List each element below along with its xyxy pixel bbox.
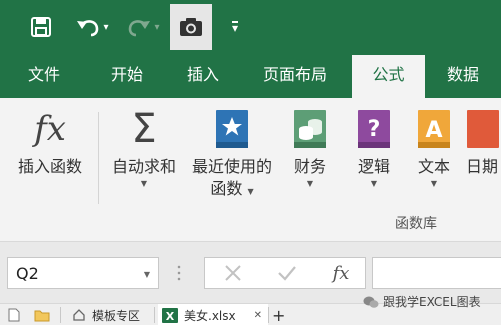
- tab-divider: [154, 307, 155, 323]
- camera-icon: [180, 18, 202, 36]
- datetime-button[interactable]: 日期: [466, 108, 501, 208]
- financial-label: 财务: [293, 157, 326, 176]
- text-label: 文本: [417, 157, 450, 176]
- datetime-label: 日期: [466, 157, 499, 176]
- recent-functions-button[interactable]: 最近使用的 函数 ▼: [184, 108, 280, 208]
- undo-button[interactable]: ▾: [70, 8, 114, 46]
- file-tab-templates[interactable]: 模板专区: [68, 304, 152, 325]
- customize-toolbar-button[interactable]: ▾: [224, 8, 246, 46]
- tab-page-layout[interactable]: 页面布局: [248, 55, 342, 98]
- file-tab-label: 模板专区: [92, 308, 141, 323]
- resize-grip-icon[interactable]: [177, 264, 181, 282]
- new-tab-button[interactable]: +: [272, 304, 290, 325]
- autosum-button[interactable]: Σ 自动求和 ▼: [104, 108, 184, 208]
- confirm-entry-button[interactable]: [267, 258, 307, 288]
- chevron-down-icon[interactable]: ▼: [144, 270, 150, 279]
- chevron-down-icon: ▼: [430, 179, 438, 188]
- save-button[interactable]: [26, 8, 56, 46]
- svg-text:?: ?: [368, 117, 381, 142]
- watermark: 跟我学EXCEL图表: [363, 293, 481, 310]
- ribbon-tabs: 文件 开始 插入 页面布局 公式 数据: [0, 55, 501, 98]
- folder-icon: [34, 310, 50, 321]
- autosum-label: 自动求和: [111, 157, 176, 176]
- page-icon: [8, 308, 20, 322]
- insert-function-label: 插入函数: [17, 157, 82, 176]
- watermark-text: 跟我学EXCEL图表: [383, 295, 481, 309]
- ribbon-separator: [98, 112, 99, 204]
- undo-dropdown-caret[interactable]: ▾: [103, 22, 108, 33]
- cancel-entry-button[interactable]: [213, 258, 253, 288]
- tab-formulas[interactable]: 公式: [352, 55, 425, 98]
- logical-button[interactable]: ? 逻辑 ▼: [350, 108, 398, 208]
- insert-function-fx-button[interactable]: fx: [321, 258, 361, 288]
- insert-function-button[interactable]: fx 插入函数: [6, 108, 94, 208]
- fx-icon: fx: [34, 109, 66, 149]
- camera-button[interactable]: [170, 4, 212, 50]
- check-icon: [278, 266, 296, 281]
- save-icon: [31, 17, 51, 37]
- text-button[interactable]: A 文本 ▼: [410, 108, 458, 208]
- file-tab-label: 美女.xlsx: [184, 308, 236, 323]
- function-library-group-label: 函数库: [395, 216, 437, 232]
- name-box-value: Q2: [16, 264, 39, 283]
- recent-functions-label-1: 最近使用的: [191, 157, 272, 176]
- redo-icon: [129, 20, 151, 37]
- home-icon: [73, 309, 85, 321]
- ribbon-formulas: fx 插入函数 Σ 自动求和 ▼ 最近使用的 函数 ▼ 财务 ▼ ? 逻辑 ▼ …: [0, 98, 501, 241]
- tab-divider: [268, 307, 269, 323]
- tab-file[interactable]: 文件: [12, 55, 76, 98]
- chevron-down-icon: ▼: [306, 179, 314, 188]
- formula-input[interactable]: [372, 257, 501, 289]
- sigma-icon: Σ: [131, 106, 157, 152]
- more-icon: ▾: [231, 21, 239, 35]
- close-icon[interactable]: ✕: [254, 310, 262, 321]
- recent-functions-label-2: 函数 ▼: [210, 179, 254, 198]
- formula-buttons: fx: [204, 257, 366, 289]
- page-icon-button[interactable]: [8, 304, 26, 325]
- svg-text:A: A: [425, 118, 442, 143]
- chevron-down-icon: ▼: [370, 179, 378, 188]
- redo-button[interactable]: ▾: [118, 8, 168, 46]
- tab-data[interactable]: 数据: [432, 55, 494, 98]
- file-tab-active[interactable]: X 美女.xlsx ✕: [158, 304, 268, 325]
- logical-label: 逻辑: [357, 157, 390, 176]
- excel-file-icon: X: [162, 307, 178, 323]
- name-box[interactable]: Q2 ▼: [7, 257, 159, 289]
- star-book-icon: [184, 108, 280, 150]
- quick-access-toolbar: ▾ ▾ ▾: [0, 0, 501, 55]
- letter-a-book-icon: A: [410, 108, 458, 150]
- calendar-book-icon: [466, 108, 501, 150]
- plus-icon: +: [272, 305, 286, 325]
- svg-text:X: X: [166, 310, 175, 323]
- tab-insert[interactable]: 插入: [172, 55, 234, 98]
- chevron-down-icon: ▼: [140, 179, 148, 188]
- undo-icon: [77, 20, 99, 37]
- wechat-icon: [363, 296, 379, 308]
- coins-book-icon: [286, 108, 334, 150]
- redo-dropdown-caret[interactable]: ▾: [154, 22, 159, 33]
- close-icon: [225, 265, 241, 281]
- tab-home[interactable]: 开始: [96, 55, 158, 98]
- financial-button[interactable]: 财务 ▼: [286, 108, 334, 208]
- fx-icon: fx: [332, 262, 350, 284]
- question-book-icon: ?: [350, 108, 398, 150]
- tab-divider: [60, 307, 61, 323]
- folder-button[interactable]: [34, 304, 52, 325]
